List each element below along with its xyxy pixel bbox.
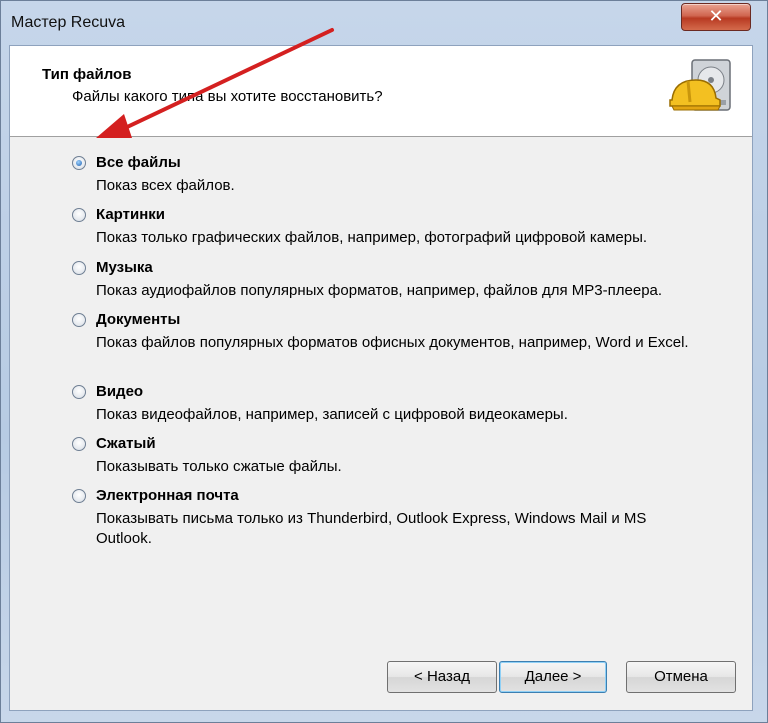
page-title: Тип файлов bbox=[42, 66, 132, 83]
radio-documents[interactable] bbox=[72, 313, 86, 327]
option-description: Показ аудиофайлов популярных форматов, н… bbox=[96, 282, 663, 299]
radio-pictures[interactable] bbox=[72, 208, 86, 222]
close-button[interactable]: ✕ bbox=[681, 3, 751, 31]
cancel-button[interactable]: Отмена bbox=[626, 661, 736, 693]
option-description: Показ видеофайлов, например, записей с ц… bbox=[96, 406, 568, 423]
recuva-wizard-window: Мастер Recuva ✕ Тип файлов Файлы какого … bbox=[0, 0, 768, 723]
radio-email[interactable] bbox=[72, 489, 86, 503]
radio-video[interactable] bbox=[72, 385, 86, 399]
option-label: Документы bbox=[96, 311, 181, 328]
page-subtitle: Файлы какого типа вы хотите восстановить… bbox=[72, 88, 383, 105]
option-description: Показывать только сжатые файлы. bbox=[96, 458, 342, 475]
wizard-header: Тип файлов Файлы какого типа вы хотите в… bbox=[10, 46, 752, 137]
back-button[interactable]: < Назад bbox=[387, 661, 497, 693]
next-button[interactable]: Далее > bbox=[499, 661, 607, 693]
hard-drive-helmet-icon bbox=[669, 59, 731, 111]
option-description: Показ файлов популярных форматов офисных… bbox=[96, 334, 689, 351]
option-label: Музыка bbox=[96, 259, 153, 276]
option-label: Картинки bbox=[96, 206, 166, 223]
title-bar: Мастер Recuva ✕ bbox=[1, 1, 767, 45]
option-label: Видео bbox=[96, 383, 144, 400]
option-label: Все файлы bbox=[96, 154, 181, 171]
radio-all-files[interactable] bbox=[72, 156, 86, 170]
wizard-client-area: Тип файлов Файлы какого типа вы хотите в… bbox=[9, 45, 753, 711]
option-label: Электронная почта bbox=[96, 487, 239, 504]
close-icon: ✕ bbox=[708, 6, 724, 26]
option-description: Показ только графических файлов, наприме… bbox=[96, 229, 648, 246]
option-description: Показывать письма только из Thunderbird,… bbox=[96, 510, 647, 547]
option-label: Сжатый bbox=[96, 435, 156, 452]
option-description: Показ всех файлов. bbox=[96, 177, 235, 194]
radio-music[interactable] bbox=[72, 261, 86, 275]
radio-compressed[interactable] bbox=[72, 437, 86, 451]
window-title: Мастер Recuva bbox=[11, 14, 126, 31]
